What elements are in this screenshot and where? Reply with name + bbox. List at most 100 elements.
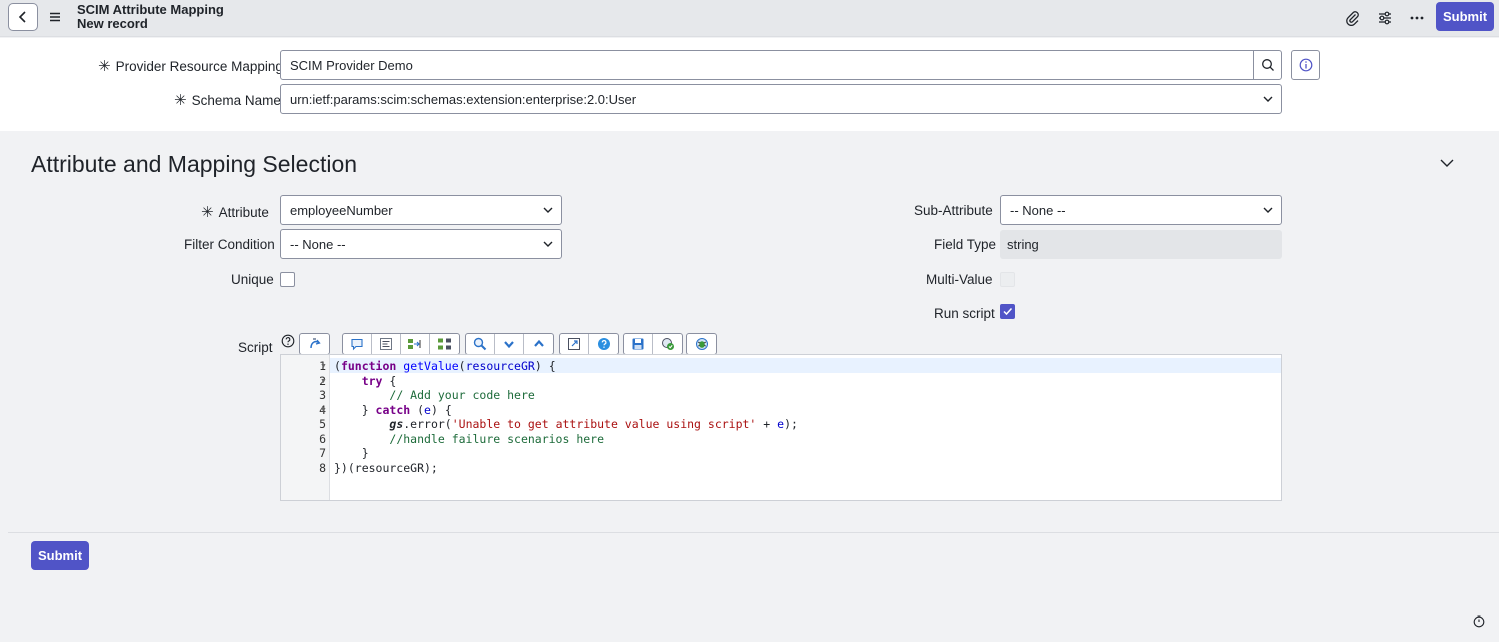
- toolbar-group-save: [623, 333, 683, 355]
- unique-checkbox[interactable]: [280, 272, 295, 287]
- script-editor[interactable]: 1 2 3 4 5 6 7 8 ▼ ▼ ▼ (function getValue…: [280, 354, 1282, 501]
- record-subtitle: New record: [77, 16, 148, 31]
- fold-toggle-icon[interactable]: ▼: [320, 363, 327, 370]
- format-code-icon: [309, 338, 321, 349]
- attachment-icon: [1346, 11, 1359, 26]
- script-help-toolbar-button[interactable]: [589, 334, 618, 354]
- toolbar-group-debug: [686, 333, 717, 355]
- comment-icon: [351, 338, 363, 351]
- settings-sliders-icon: [1379, 11, 1391, 25]
- field-type-text: string: [1007, 237, 1039, 252]
- code-line: //handle failure scenarios here: [389, 431, 605, 446]
- schema-label-text: Schema Name: [191, 93, 281, 108]
- find-next-button[interactable]: [495, 334, 524, 354]
- attribute-value: employeeNumber: [290, 202, 393, 218]
- search-icon: [1261, 59, 1274, 71]
- sub-attribute-value: -- None --: [1010, 202, 1066, 218]
- schema-name-select[interactable]: urn:ietf:params:scim:schemas:extension:e…: [280, 84, 1282, 114]
- attribute-label: ✳ Attribute: [201, 203, 269, 221]
- unique-label: Unique: [231, 272, 274, 287]
- response-time-button[interactable]: [1472, 614, 1486, 628]
- list-icon: [380, 338, 392, 350]
- attachment-button[interactable]: [1343, 8, 1363, 28]
- arrow-down-icon: [504, 341, 514, 349]
- magnifier-icon: [473, 337, 487, 351]
- attribute-select[interactable]: employeeNumber: [280, 195, 562, 225]
- schema-name-label: ✳ Schema Name: [174, 91, 281, 109]
- help-icon: [281, 334, 295, 348]
- script-debugger-button[interactable]: [687, 334, 716, 354]
- line-number: 8: [319, 460, 326, 475]
- provider-label-text: Provider Resource Mapping: [115, 59, 283, 74]
- replace-button[interactable]: [401, 334, 430, 354]
- form-divider: [8, 532, 1499, 533]
- submit-button-bottom[interactable]: Submit: [31, 541, 89, 570]
- chevron-down-icon: [543, 241, 553, 247]
- personalize-form-button[interactable]: [1375, 8, 1395, 28]
- line-number: 3: [319, 388, 326, 402]
- run-script-label: Run script: [934, 306, 995, 321]
- replace-all-button[interactable]: [430, 334, 459, 354]
- field-type-value: string: [1000, 230, 1282, 259]
- chevron-down-icon: [1263, 207, 1273, 213]
- line-number: 5: [319, 417, 326, 431]
- sub-attribute-select[interactable]: -- None --: [1000, 195, 1282, 225]
- submit-button-header[interactable]: Submit: [1436, 2, 1494, 31]
- filter-condition-select[interactable]: -- None --: [280, 229, 562, 259]
- search-code-button[interactable]: [466, 334, 495, 354]
- code-line: })(resourceGR);: [334, 460, 438, 475]
- info-icon: [1299, 58, 1312, 72]
- collapse-section-button[interactable]: [1439, 156, 1455, 170]
- checkmark-icon: [1003, 307, 1013, 316]
- code-line: (function getValue(resourceGR) {: [334, 359, 556, 373]
- multi-value-checkbox: [1000, 272, 1015, 287]
- attribute-label-text: Attribute: [218, 205, 269, 220]
- expand-icon: [568, 338, 580, 350]
- check-syntax-button[interactable]: [653, 334, 682, 354]
- required-icon: ✳: [174, 92, 187, 109]
- code-line: try {: [361, 373, 397, 388]
- save-icon: [632, 338, 644, 350]
- page-title: SCIM Attribute Mapping New record: [77, 3, 224, 31]
- fold-toggle-icon[interactable]: ▼: [320, 407, 327, 414]
- fold-toggle-icon[interactable]: ▼: [320, 378, 327, 385]
- schema-value: urn:ietf:params:scim:schemas:extension:e…: [290, 91, 637, 107]
- arrow-up-icon: [533, 339, 544, 347]
- insert-fields-button[interactable]: [372, 334, 401, 354]
- record-table-title: SCIM Attribute Mapping: [77, 2, 224, 17]
- more-options-button[interactable]: [1407, 8, 1427, 28]
- chevron-down-icon: [543, 207, 553, 213]
- section-title: Attribute and Mapping Selection: [31, 151, 358, 177]
- run-script-checkbox[interactable]: [1000, 304, 1015, 319]
- form-header: SCIM Attribute Mapping New record Submit: [0, 0, 1499, 37]
- find-previous-button[interactable]: [524, 334, 553, 354]
- provider-resource-mapping-input[interactable]: SCIM Provider Demo: [280, 50, 1254, 80]
- question-circle-icon: [597, 338, 610, 350]
- filter-condition-label: Filter Condition: [184, 237, 275, 252]
- debug-bug-icon: [695, 338, 708, 350]
- replace-icon: [408, 339, 421, 349]
- multi-value-label: Multi-Value: [926, 272, 993, 287]
- back-button[interactable]: [8, 3, 38, 31]
- toolbar-group-view: [559, 333, 619, 355]
- save-script-button[interactable]: [624, 334, 653, 354]
- preview-record-button[interactable]: [1291, 50, 1320, 80]
- syntax-check-icon: [661, 338, 674, 350]
- code-line: gs.error('Unable to get attribute value …: [389, 417, 798, 431]
- code-line: // Add your code here: [389, 388, 535, 402]
- chevron-left-icon: [18, 11, 26, 23]
- sub-attribute-label: Sub-Attribute: [914, 203, 993, 218]
- filter-value: -- None --: [290, 236, 346, 252]
- lookup-button[interactable]: [1253, 50, 1282, 80]
- menu-button[interactable]: [46, 8, 64, 26]
- attribute-mapping-section: Attribute and Mapping Selection ✳ Attribu…: [0, 131, 1499, 642]
- fullscreen-button[interactable]: [560, 334, 589, 354]
- script-help-button[interactable]: [281, 334, 295, 348]
- more-icon: [1410, 16, 1424, 20]
- field-type-label: Field Type: [934, 237, 997, 252]
- format-code-button[interactable]: [300, 334, 329, 354]
- toolbar-group-edit: [342, 333, 460, 355]
- required-icon: ✳: [98, 58, 111, 75]
- stopwatch-icon: [1473, 615, 1485, 628]
- toggle-comment-button[interactable]: [343, 334, 372, 354]
